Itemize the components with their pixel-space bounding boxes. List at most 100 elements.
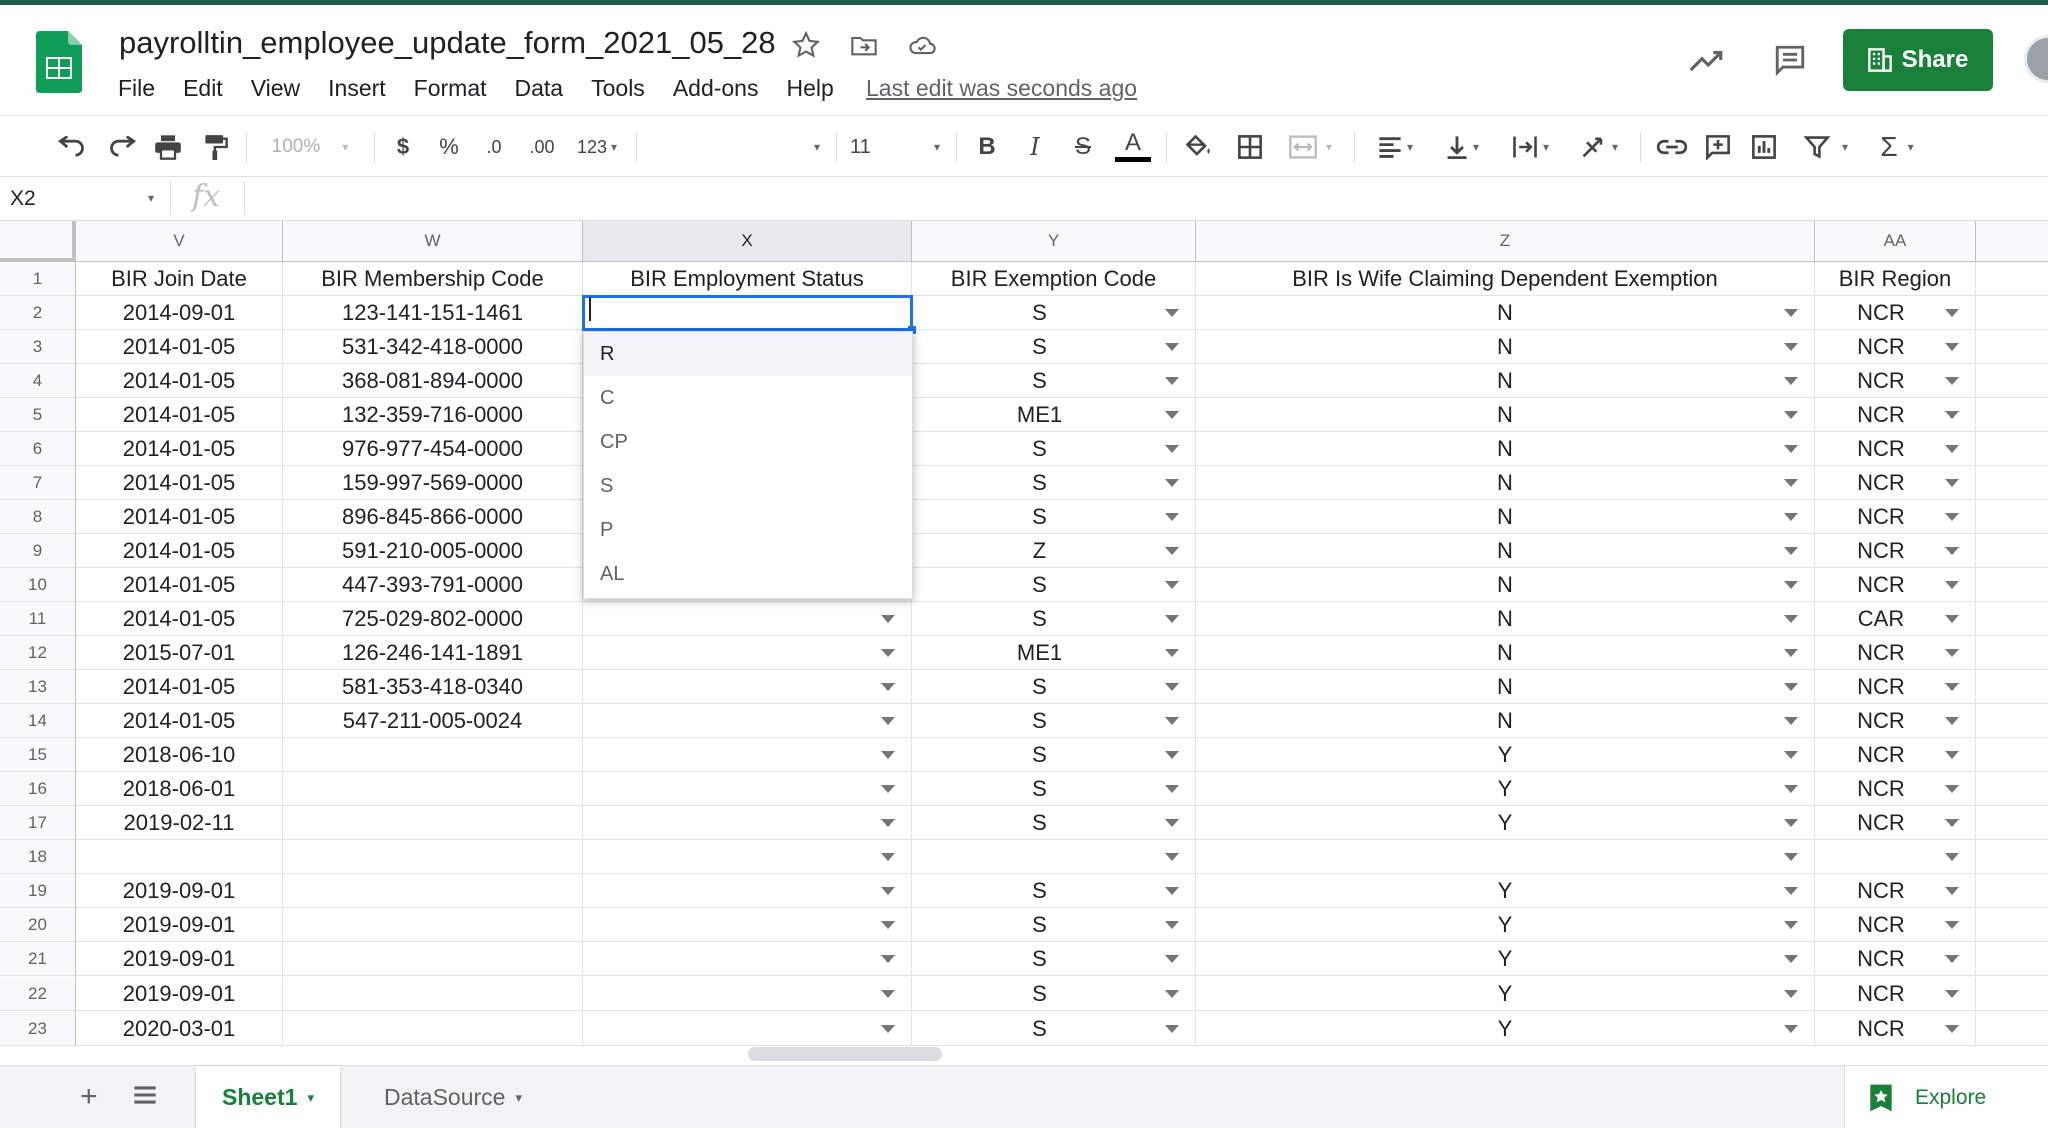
cell-dropdown-chevron-icon[interactable] — [881, 852, 895, 861]
avatar[interactable] — [2024, 35, 2048, 83]
cell-bir-wife-claiming[interactable]: N — [1196, 432, 1815, 466]
cell-bir-region[interactable]: CAR — [1815, 602, 1976, 636]
cell-dropdown-chevron-icon[interactable] — [1784, 614, 1798, 623]
fill-color-icon[interactable] — [1180, 130, 1216, 164]
cell-bir-exemption-code[interactable]: S — [912, 296, 1196, 330]
column-header-aa[interactable]: AA — [1815, 221, 1976, 262]
cell-bir-wife-claiming[interactable]: N — [1196, 704, 1815, 738]
font-size-select[interactable]: 11 ▾ — [850, 130, 940, 164]
cell-bir-wife-claiming[interactable]: N — [1196, 466, 1815, 500]
row-header-10[interactable]: 10 — [0, 568, 76, 602]
increase-decimal-button[interactable]: .00 — [522, 130, 562, 164]
menu-data[interactable]: Data — [501, 73, 578, 104]
row-header-11[interactable]: 11 — [0, 602, 76, 636]
cell-bir-join-date[interactable]: 2019-02-11 — [76, 806, 283, 840]
menu-edit[interactable]: Edit — [169, 73, 237, 104]
cell-bir-wife-claiming[interactable]: Y — [1196, 874, 1815, 908]
chevron-down-icon[interactable]: ▾ — [515, 1090, 522, 1106]
cell-offscreen[interactable] — [1976, 670, 2048, 704]
cell-offscreen[interactable] — [1976, 840, 2048, 874]
cell-bir-join-date[interactable]: 2015-07-01 — [76, 636, 283, 670]
row-header-8[interactable]: 8 — [0, 500, 76, 534]
cell-dropdown-chevron-icon[interactable] — [1165, 614, 1179, 623]
cell-offscreen[interactable] — [1976, 568, 2048, 602]
row-header-21[interactable]: 21 — [0, 942, 76, 976]
cell-offscreen[interactable] — [1976, 330, 2048, 364]
cell-dropdown-chevron-icon[interactable] — [1784, 716, 1798, 725]
cell-dropdown-chevron-icon[interactable] — [1945, 716, 1959, 725]
cell-offscreen[interactable] — [1976, 806, 2048, 840]
cell-bir-wife-claiming[interactable]: N — [1196, 330, 1815, 364]
cell-bir-wife-claiming[interactable]: N — [1196, 364, 1815, 398]
cell-bir-membership-code[interactable] — [283, 806, 583, 840]
cell-dropdown-chevron-icon[interactable] — [1784, 920, 1798, 929]
cell-offscreen[interactable] — [1976, 704, 2048, 738]
redo-icon[interactable] — [104, 130, 140, 164]
cell-dropdown-chevron-icon[interactable] — [1784, 682, 1798, 691]
cell-bir-membership-code[interactable] — [283, 977, 583, 1011]
cell-bir-wife-claiming[interactable]: N — [1196, 398, 1815, 432]
decrease-decimal-button[interactable]: .0 — [476, 130, 512, 164]
column-header-w[interactable]: W — [283, 221, 583, 262]
all-sheets-icon[interactable] — [132, 1084, 158, 1111]
cell-dropdown-chevron-icon[interactable] — [1945, 308, 1959, 317]
cell-dropdown-chevron-icon[interactable] — [1945, 852, 1959, 861]
tab-datasource[interactable]: DataSource ▾ — [358, 1066, 548, 1128]
cell-dropdown-chevron-icon[interactable] — [1784, 852, 1798, 861]
cell-bir-wife-claiming[interactable]: Y — [1196, 908, 1815, 942]
cell-bir-join-date[interactable]: 2018-06-10 — [76, 738, 283, 772]
cell-bir-region[interactable]: NCR — [1815, 704, 1976, 738]
cell-bir-exemption-code[interactable]: S — [912, 874, 1196, 908]
cell-bir-exemption-code[interactable]: S — [912, 704, 1196, 738]
cell-bir-employment-status[interactable] — [583, 1012, 912, 1046]
cell-dropdown-chevron-icon[interactable] — [1784, 478, 1798, 487]
italic-button[interactable]: I — [1020, 130, 1050, 164]
cell-bir-wife-claiming[interactable]: Y — [1196, 772, 1815, 806]
cell-bir-join-date[interactable]: 2019-09-01 — [76, 908, 283, 942]
spreadsheet-grid[interactable]: V W X Y Z AA 1 2 3 4 5 6 7 8 9 10 11 12 13 14 15 16 17 18 19 20 21… — [0, 221, 2048, 1047]
filter-icon[interactable]: ▾ — [1796, 130, 1856, 164]
insert-chart-icon[interactable] — [1746, 130, 1782, 164]
cell-bir-region[interactable]: NCR — [1815, 364, 1976, 398]
cell-bir-wife-claiming[interactable]: Y — [1196, 977, 1815, 1011]
dropdown-option-p[interactable]: P — [584, 508, 912, 552]
cell-dropdown-chevron-icon[interactable] — [1784, 989, 1798, 998]
cell-dropdown-chevron-icon[interactable] — [1165, 444, 1179, 453]
cell-bir-join-date[interactable]: 2020-03-01 — [76, 1012, 283, 1046]
cell-dropdown-chevron-icon[interactable] — [1165, 954, 1179, 963]
add-sheet-icon[interactable]: + — [80, 1080, 98, 1114]
last-edit-link[interactable]: Last edit was seconds ago — [866, 75, 1137, 102]
cell-dropdown-chevron-icon[interactable] — [1784, 580, 1798, 589]
cell-dropdown-chevron-icon[interactable] — [1165, 886, 1179, 895]
cell-offscreen[interactable] — [1976, 1012, 2048, 1046]
cell-bir-exemption-code[interactable]: S — [912, 500, 1196, 534]
cell-dropdown-chevron-icon[interactable] — [881, 648, 895, 657]
cell-bir-employment-status[interactable] — [583, 704, 912, 738]
cell-dropdown-chevron-icon[interactable] — [1784, 648, 1798, 657]
cell-offscreen[interactable] — [1976, 874, 2048, 908]
print-icon[interactable] — [150, 130, 186, 164]
cell-dropdown-chevron-icon[interactable] — [1784, 308, 1798, 317]
undo-icon[interactable] — [54, 130, 90, 164]
cell-offscreen[interactable] — [1976, 262, 2048, 296]
cell-bir-region[interactable]: NCR — [1815, 398, 1976, 432]
cell-bir-exemption-code[interactable]: S — [912, 670, 1196, 704]
cell-bir-membership-code[interactable] — [283, 738, 583, 772]
cell-bir-join-date[interactable]: 2014-01-05 — [76, 364, 283, 398]
dropdown-option-s[interactable]: S — [584, 464, 912, 508]
cell-bir-membership-code[interactable]: 159-997-569-0000 — [283, 466, 583, 500]
cell-bir-region[interactable]: NCR — [1815, 432, 1976, 466]
cell-bir-exemption-code[interactable] — [912, 840, 1196, 874]
cell-dropdown-chevron-icon[interactable] — [1165, 580, 1179, 589]
cell-bir-employment-status[interactable] — [583, 908, 912, 942]
cell-dropdown-chevron-icon[interactable] — [1784, 886, 1798, 895]
header-cell-bir-membership-code[interactable]: BIR Membership Code — [283, 262, 583, 296]
selected-cell-x2[interactable] — [582, 295, 913, 331]
more-formats-button[interactable]: 123 ▾ — [572, 130, 622, 164]
cell-dropdown-chevron-icon[interactable] — [1945, 376, 1959, 385]
cell-bir-wife-claiming[interactable]: Y — [1196, 738, 1815, 772]
column-header-next[interactable] — [1976, 221, 2048, 262]
cell-bir-membership-code[interactable] — [283, 942, 583, 976]
cell-dropdown-chevron-icon[interactable] — [881, 784, 895, 793]
cell-bir-region[interactable]: NCR — [1815, 738, 1976, 772]
